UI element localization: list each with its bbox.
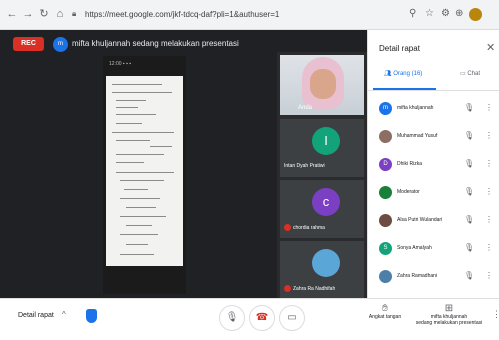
tab-people[interactable]: 👥︎ Orang (16): [384, 70, 422, 77]
participant-face: [310, 69, 336, 99]
participant-tile[interactable]: Zahra Ra Nadhifah: [280, 241, 364, 299]
microphone-button[interactable]: 🎙︎: [219, 305, 245, 331]
tile-name-text: Zahra Ra Nadhifah: [293, 285, 336, 292]
forward-icon[interactable]: →: [22, 8, 34, 20]
back-icon[interactable]: ←: [6, 8, 18, 20]
avatar: D: [379, 158, 392, 171]
mic-off-icon[interactable]: 🎙︎: [464, 271, 474, 280]
more-options-icon[interactable]: ⋮: [485, 243, 493, 252]
avatar: m: [379, 102, 392, 115]
participant-name: Moderator: [397, 189, 420, 195]
participant-name: Sonya Amalyah: [397, 245, 432, 251]
raise-hand-button[interactable]: ✋︎ Angkat tangan: [365, 303, 405, 320]
presenting-label: mifta khuljannah sedang melakukan presen…: [72, 39, 239, 48]
avatar: [379, 130, 392, 143]
panel-title: Detail rapat: [379, 44, 420, 53]
mic-off-icon: [284, 285, 291, 292]
mic-off-icon: [284, 224, 291, 231]
camera-button[interactable]: ▭: [279, 305, 305, 331]
shield-icon[interactable]: [86, 309, 97, 323]
participant-row[interactable]: Alsa Putri Wulandari 🎙︎ ⋮: [368, 208, 499, 236]
meeting-controls-bar: Detail rapat ^ 🎙︎ ☎︎ ▭ ✋︎ Angkat tangan …: [0, 298, 499, 340]
participant-row[interactable]: m mifta khuljannah 🎙︎ ⋮: [368, 96, 499, 124]
more-options-icon[interactable]: ⋮: [485, 271, 493, 280]
more-options-icon[interactable]: ⋮: [485, 187, 493, 196]
address-bar[interactable]: 🔒︎ https://meet.google.com/jkf-tdcq-daf?…: [70, 6, 400, 24]
more-options-icon[interactable]: ⋮: [492, 309, 499, 320]
tile-name: Anda: [298, 105, 313, 111]
participant-name: Zahra Ramadhani: [397, 273, 438, 279]
mic-off-icon[interactable]: 🎙︎: [464, 159, 474, 168]
recording-badge: REC: [13, 37, 44, 51]
phone-status-bar: 12:00 ▪ ▪ ▪: [109, 61, 131, 67]
tab-chat[interactable]: ▭ Chat: [460, 70, 480, 77]
divider: [368, 90, 499, 91]
mic-off-icon[interactable]: 🎙︎: [464, 187, 474, 196]
tile-name-text: chordia rahma: [293, 224, 325, 231]
profile-avatar[interactable]: [469, 8, 482, 21]
avatar: S: [379, 242, 392, 255]
participant-tile[interactable]: I Intan Dyah Pratiwi: [280, 119, 364, 177]
meeting-details-panel: Detail rapat ✕ 👥︎ Orang (16) ▭ Chat m mif…: [367, 30, 499, 298]
more-options-icon[interactable]: ⋮: [485, 159, 493, 168]
search-icon[interactable]: ⚲: [409, 9, 416, 19]
meeting-details-button[interactable]: Detail rapat: [18, 312, 54, 319]
more-options-icon[interactable]: ⋮: [485, 215, 493, 224]
participant-name: mifta khuljannah: [397, 105, 434, 111]
tile-name: Zahra Ra Nadhifah: [284, 285, 335, 292]
participant-row[interactable]: Moderator 🎙︎ ⋮: [368, 180, 499, 208]
shared-screen: 12:00 ▪ ▪ ▪: [103, 56, 186, 294]
reload-icon[interactable]: ↻: [38, 8, 50, 20]
extension-icon[interactable]: ⊕: [455, 9, 463, 19]
participant-row[interactable]: D Dhiki Rizka 🎙︎ ⋮: [368, 152, 499, 180]
participant-avatar: I: [312, 127, 340, 155]
avatar: [379, 270, 392, 283]
tile-name: chordia rahma: [284, 224, 325, 231]
chevron-up-icon[interactable]: ^: [62, 310, 66, 319]
close-icon[interactable]: ✕: [486, 41, 495, 54]
participant-tile[interactable]: c chordia rahma: [280, 180, 364, 238]
avatar: [379, 214, 392, 227]
participant-avatar: c: [312, 188, 340, 216]
hang-up-button[interactable]: ☎︎: [249, 305, 275, 331]
mic-off-icon[interactable]: 🎙︎: [464, 131, 474, 140]
participant-avatar: [312, 249, 340, 277]
participant-name: Alsa Putri Wulandari: [397, 217, 443, 223]
tile-name: Intan Dyah Pratiwi: [284, 163, 325, 169]
presenter-avatar: m: [53, 37, 68, 52]
star-icon[interactable]: ☆: [425, 9, 434, 19]
participant-name: Muhammad Yusuf: [397, 133, 438, 139]
browser-toolbar: ← → ↻ ⌂ 🔒︎ https://meet.google.com/jkf-t…: [0, 0, 499, 30]
participant-row[interactable]: Muhammad Yusuf 🎙︎ ⋮: [368, 124, 499, 152]
participant-name: Dhiki Rizka: [397, 161, 423, 167]
present-icon: ⊞: [444, 303, 454, 314]
self-video-tile[interactable]: Anda: [280, 55, 364, 115]
lock-icon: 🔒︎: [72, 9, 77, 18]
presenting-label-2: sedang melakukan presentasi: [415, 320, 483, 326]
participant-row[interactable]: Zahra Ramadhani 🎙︎ ⋮: [368, 264, 499, 292]
more-options-icon[interactable]: ⋮: [485, 131, 493, 140]
hand-icon: ✋︎: [382, 303, 388, 314]
participant-row[interactable]: S Sonya Amalyah 🎙︎ ⋮: [368, 236, 499, 264]
extension-icon[interactable]: ⚙: [441, 9, 450, 19]
avatar: [379, 186, 392, 199]
mic-off-icon[interactable]: 🎙︎: [464, 243, 474, 252]
tab-chat-label: Chat: [467, 71, 481, 77]
more-options-icon[interactable]: ⋮: [485, 103, 493, 112]
mic-off-icon[interactable]: 🎙︎: [464, 103, 474, 112]
tab-people-label: Orang (16): [393, 71, 423, 77]
presenting-button[interactable]: ⊞ mifta khuljannah sedang melakukan pres…: [412, 303, 486, 326]
home-icon[interactable]: ⌂: [54, 8, 66, 20]
url-text: https://meet.google.com/jkf-tdcq-daf?pli…: [85, 10, 280, 19]
shared-document: [106, 76, 183, 266]
raise-hand-label: Angkat tangan: [368, 314, 402, 320]
mic-off-icon[interactable]: 🎙︎: [464, 215, 474, 224]
participant-tiles: Anda I Intan Dyah Pratiwi c chordia rahm…: [277, 52, 367, 299]
